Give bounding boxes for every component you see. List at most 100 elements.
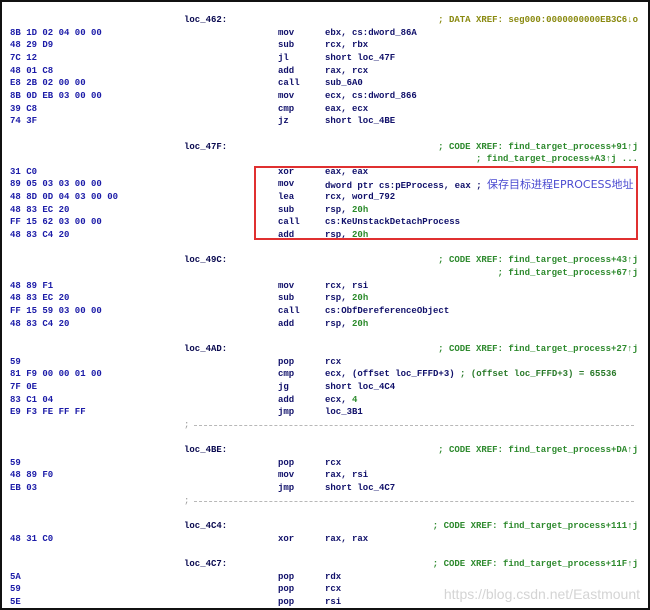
operands: ecx, 4 <box>325 394 357 407</box>
disassembly-view: loc_462: ; DATA XREF: seg000:0000000000EB… <box>0 0 650 610</box>
instruction-line[interactable]: 48 31 C0 xor rax, rax <box>2 533 648 546</box>
opcode-bytes: 59 <box>10 584 21 595</box>
xref-comment[interactable]: ; CODE XREF: find_target_process+11F↑j <box>433 558 638 571</box>
operand-text[interactable]: rsp, <box>325 293 352 303</box>
separator-line: ; <box>2 495 648 508</box>
comment-line[interactable]: ; find_target_process+A3↑j ... <box>2 153 648 166</box>
opcode-bytes: 48 8D 0D 04 03 00 00 <box>10 192 119 203</box>
instruction-line[interactable]: 74 3F jz short loc_4BE <box>2 115 648 128</box>
operand-text[interactable]: rdx <box>325 572 341 582</box>
label-line[interactable]: loc_49C: ; CODE XREF: find_target_process… <box>2 254 648 267</box>
instruction-line[interactable]: 83 C1 04 add ecx, 4 <box>2 394 648 407</box>
xref-comment[interactable]: ; CODE XREF: find_target_process+111↑j <box>433 520 638 533</box>
operand-text[interactable]: rax, rcx <box>325 66 368 76</box>
operand-text[interactable]: rax, rsi <box>325 470 368 480</box>
instruction-line[interactable]: 48 83 EC 20 sub rsp, 20h <box>2 292 648 305</box>
xref-comment[interactable]: ; CODE XREF: find_target_process+DA↑j <box>438 444 638 457</box>
operand-text[interactable]: rax, rax <box>325 534 368 544</box>
code-label[interactable]: loc_4C7: <box>184 558 227 571</box>
operand-text[interactable]: cs:ObfDereferenceObject <box>325 306 449 316</box>
code-label[interactable]: loc_4C4: <box>184 520 227 533</box>
operand-text[interactable]: short loc_4BE <box>325 116 395 126</box>
opcode-bytes: 8B 0D EB 03 00 00 <box>10 90 102 101</box>
instruction-line[interactable]: 5A pop rdx <box>2 571 648 584</box>
operand-text[interactable]: loc_3B1 <box>325 407 363 417</box>
operands: short loc_47F <box>325 52 395 65</box>
instruction-line[interactable]: 8B 0D EB 03 00 00 mov ecx, cs:dword_866 <box>2 90 648 103</box>
instruction-line[interactable]: 48 89 F1 mov rcx, rsi <box>2 280 648 293</box>
operand-text[interactable]: short loc_4C7 <box>325 483 395 493</box>
label-line[interactable]: loc_4BE: ; CODE XREF: find_target_process… <box>2 444 648 457</box>
operand-text[interactable]: rcx, rbx <box>325 40 368 50</box>
operand-text[interactable]: sub_6A0 <box>325 78 363 88</box>
instruction-line[interactable]: E9 F3 FE FF FF jmp loc_3B1 <box>2 406 648 419</box>
label-line[interactable]: loc_4C7: ; CODE XREF: find_target_process… <box>2 558 648 571</box>
instruction-line[interactable]: 48 83 C4 20 add rsp, 20h <box>2 318 648 331</box>
instruction-line[interactable]: 8B 1D 02 04 00 00 mov ebx, cs:dword_86A <box>2 27 648 40</box>
xref-comment[interactable]: ; CODE XREF: find_target_process+43↑j <box>438 254 638 267</box>
code-label[interactable]: loc_4AD: <box>184 343 227 356</box>
instruction-line[interactable]: 59 pop rcx <box>2 356 648 369</box>
xref-comment[interactable]: ; DATA XREF: seg000:0000000000EB3C6↓o <box>438 14 638 27</box>
operand-text[interactable]: short loc_4C4 <box>325 382 395 392</box>
watermark: https://blog.csdn.net/Eastmount <box>443 586 640 602</box>
instruction-line[interactable]: 7C 12 jl short loc_47F <box>2 52 648 65</box>
instruction-line[interactable]: E8 2B 02 00 00 call sub_6A0 <box>2 77 648 90</box>
instruction-line[interactable]: 48 89 F0 mov rax, rsi <box>2 469 648 482</box>
inline-comment: ; (offset loc_FFFD+3) = 65536 <box>460 369 617 380</box>
operand-text[interactable]: ebx, cs:dword_86A <box>325 28 417 38</box>
label-line[interactable]: loc_462: ; DATA XREF: seg000:0000000000EB… <box>2 14 648 27</box>
operands: rcx <box>325 356 341 369</box>
operand-text[interactable]: rcx <box>325 584 341 594</box>
instruction-line[interactable]: EB 03 jmp short loc_4C7 <box>2 482 648 495</box>
operand-text[interactable]: rcx, rsi <box>325 281 368 291</box>
label-line[interactable]: loc_47F: ; CODE XREF: find_target_process… <box>2 141 648 154</box>
instruction-line[interactable]: FF 15 59 03 00 00 call cs:ObfDereferenceOb… <box>2 305 648 318</box>
opcode-bytes: 7F 0E <box>10 381 38 392</box>
operand-text[interactable]: ecx, <box>325 395 352 405</box>
instruction-line[interactable]: 7F 0E jg short loc_4C4 <box>2 381 648 394</box>
operand-text[interactable]: ecx, cs:dword_866 <box>325 91 417 101</box>
operand-text[interactable]: rsp, <box>325 319 352 329</box>
mnemonic: add <box>278 394 295 405</box>
code-label[interactable]: loc_462: <box>184 14 227 27</box>
code-label[interactable]: loc_49C: <box>184 254 227 267</box>
xref-comment[interactable]: ; CODE XREF: find_target_process+27↑j <box>438 343 638 356</box>
code-label[interactable]: loc_47F: <box>184 141 227 154</box>
operands: loc_3B1 <box>325 406 363 419</box>
opcode-bytes: 48 83 C4 20 <box>10 230 70 241</box>
mnemonic: mov <box>278 470 295 481</box>
operands: short loc_4C4 <box>325 381 395 394</box>
separator-line: ; <box>2 419 648 432</box>
operands: ecx, (offset loc_FFFD+3) ; (offset loc_F… <box>325 368 617 381</box>
operands: rax, rcx <box>325 65 368 78</box>
operand-text[interactable]: ecx, (offset loc_FFFD+3) <box>325 369 460 379</box>
operand-text[interactable]: rsi <box>325 597 341 607</box>
instruction-line[interactable]: 81 F9 00 00 01 00 cmp ecx, (offset loc_FFF… <box>2 368 648 381</box>
operand-text[interactable]: eax, ecx <box>325 104 368 114</box>
xref-comment[interactable]: ; CODE XREF: find_target_process+91↑j <box>438 141 638 154</box>
xref-comment[interactable]: ; find_target_process+67↑j <box>498 267 638 280</box>
operand-text[interactable]: rcx <box>325 458 341 468</box>
code-label[interactable]: loc_4BE: <box>184 444 227 457</box>
mnemonic: sub <box>278 293 295 304</box>
xref-comment[interactable]: ; find_target_process+A3↑j ... <box>476 153 638 166</box>
opcode-bytes: E9 F3 FE FF FF <box>10 407 86 418</box>
opcode-bytes: 8B 1D 02 04 00 00 <box>10 27 102 38</box>
mnemonic: jz <box>278 116 289 127</box>
operand-text[interactable]: rcx <box>325 357 341 367</box>
instruction-line[interactable]: 39 C8 cmp eax, ecx <box>2 103 648 116</box>
operands: rcx, rsi <box>325 280 368 293</box>
instruction-line[interactable]: 48 29 D9 sub rcx, rbx <box>2 39 648 52</box>
comment-line[interactable]: ; find_target_process+67↑j <box>2 267 648 280</box>
mnemonic: cmp <box>278 103 295 114</box>
instruction-line[interactable]: 48 01 C8 add rax, rcx <box>2 65 648 78</box>
opcode-bytes: 48 31 C0 <box>10 533 54 544</box>
label-line[interactable]: loc_4C4: ; CODE XREF: find_target_process… <box>2 520 648 533</box>
label-line[interactable]: loc_4AD: ; CODE XREF: find_target_process… <box>2 343 648 356</box>
instruction-line[interactable]: 59 pop rcx <box>2 457 648 470</box>
operands: rax, rax <box>325 533 368 546</box>
operand-text[interactable]: short loc_47F <box>325 53 395 63</box>
